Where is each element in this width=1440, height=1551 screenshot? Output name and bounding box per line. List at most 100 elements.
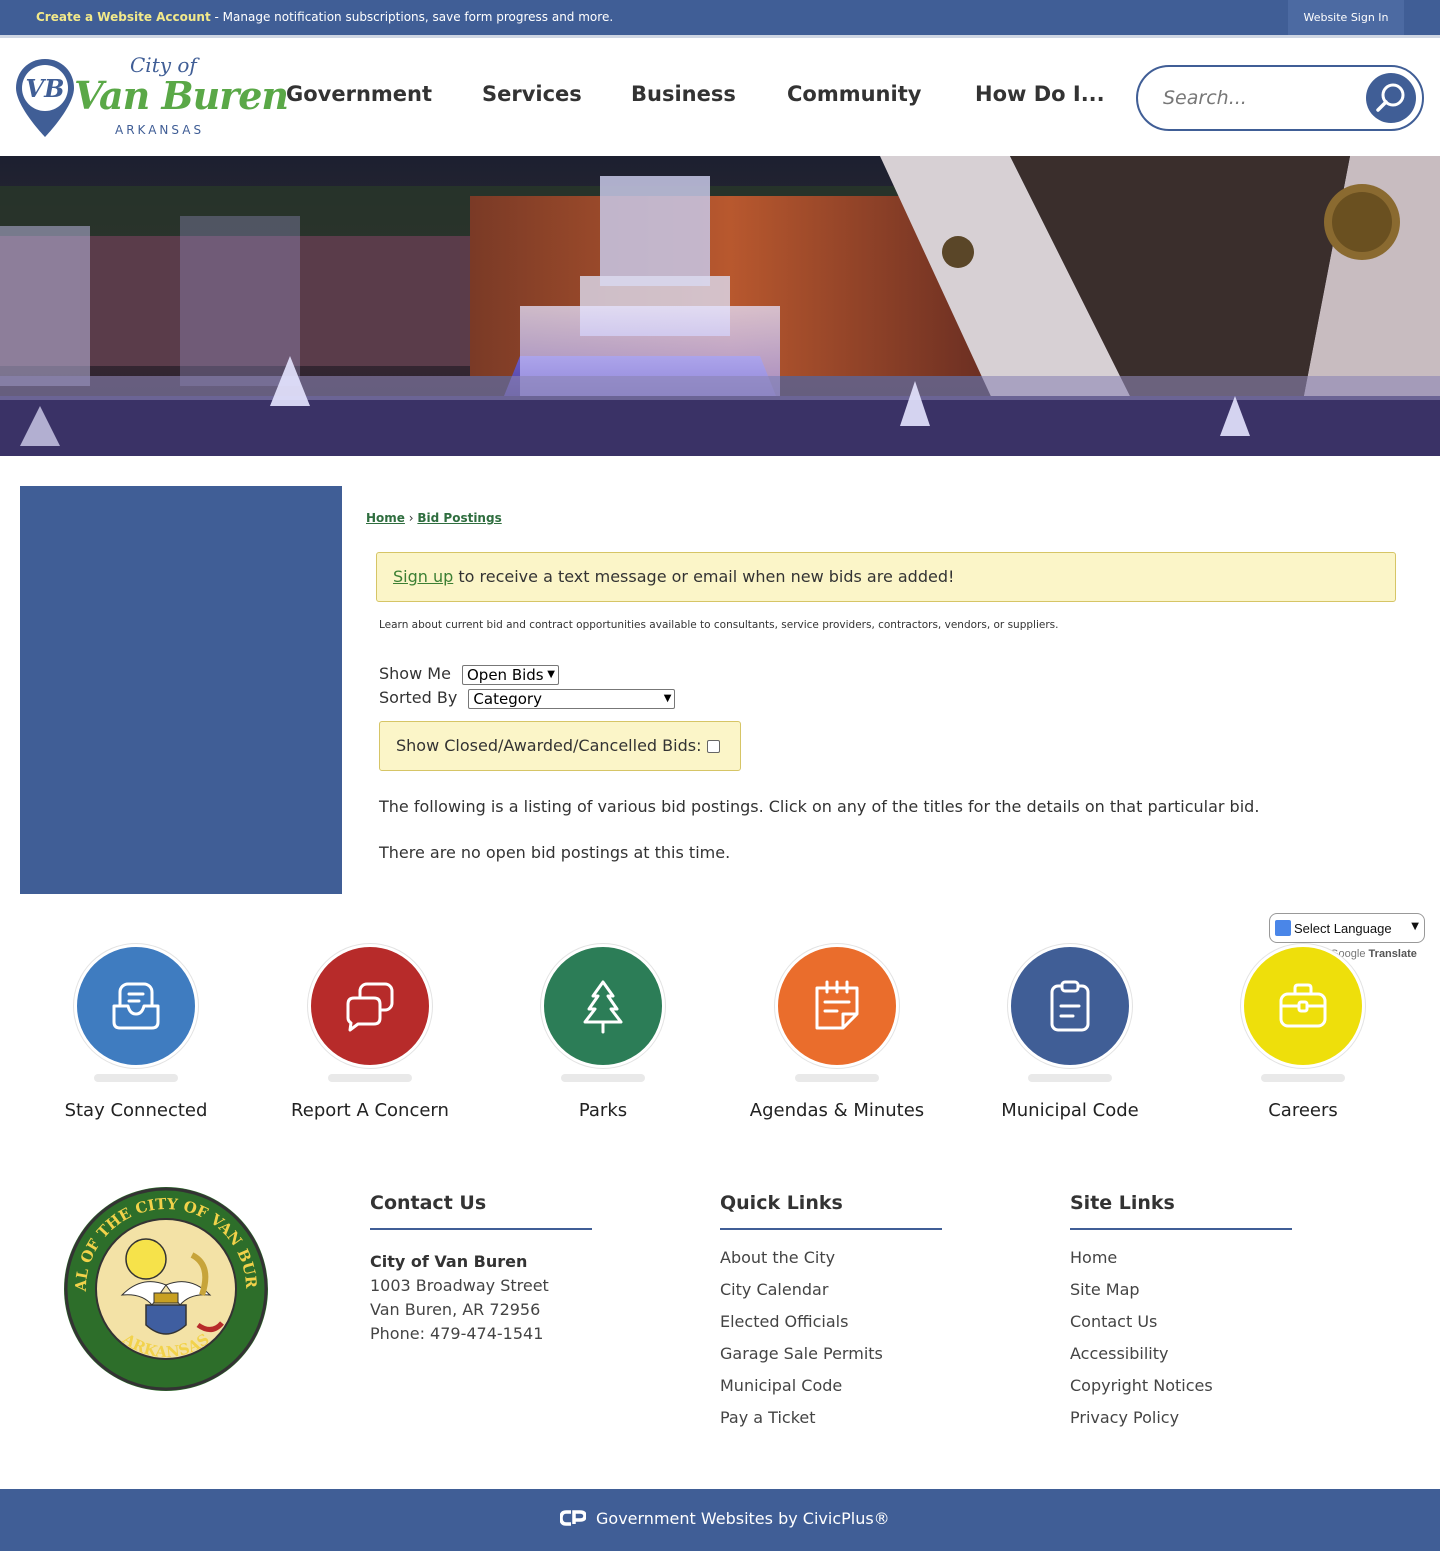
site-links-list: Home Site Map Contact Us Accessibility C…: [1070, 1248, 1292, 1427]
quick-link-careers[interactable]: Careers: [1203, 944, 1403, 1124]
nav-government[interactable]: Government: [286, 82, 432, 106]
logo-monogram: VB: [26, 74, 65, 103]
footer-link-contact-us[interactable]: Contact Us: [1070, 1312, 1292, 1331]
footer-link-privacy-policy[interactable]: Privacy Policy: [1070, 1408, 1292, 1427]
site-header: VB City of Van Buren ARKANSAS Government…: [0, 35, 1440, 156]
quick-link-circle: [308, 944, 432, 1068]
breadcrumb: Home › Bid Postings: [366, 511, 502, 525]
chevron-down-icon: ▼: [547, 668, 555, 680]
quick-link-municipal-code[interactable]: Municipal Code: [970, 944, 1170, 1124]
footer-contact-column: Contact Us City of Van Buren 1003 Broadw…: [370, 1192, 592, 1346]
contact-city: Van Buren, AR 72956: [370, 1300, 541, 1319]
search-box[interactable]: Search...: [1136, 65, 1424, 131]
sign-up-notice-text: to receive a text message or email when …: [453, 567, 955, 586]
create-account-link[interactable]: Create a Website Account: [36, 10, 211, 24]
language-select[interactable]: Select Language ▼: [1269, 913, 1425, 943]
google-translate-icon: [1275, 920, 1291, 936]
civicplus-logo-icon: [560, 1510, 586, 1526]
quick-link-shadow: [328, 1074, 412, 1082]
language-select-label: Select Language: [1294, 921, 1392, 936]
search-input[interactable]: Search...: [1163, 87, 1247, 109]
show-closed-bids-box: Show Closed/Awarded/Cancelled Bids:: [379, 721, 741, 771]
city-logo[interactable]: VB City of Van Buren ARKANSAS: [14, 53, 289, 143]
quick-link-agendas-minutes[interactable]: Agendas & Minutes: [737, 944, 937, 1124]
nav-community[interactable]: Community: [787, 82, 921, 106]
city-seal: SEAL OF THE CITY OF VAN BUREN ARKANSAS: [55, 1171, 270, 1397]
tree-icon: [583, 980, 623, 1034]
quick-link-shadow: [1028, 1074, 1112, 1082]
contact-address: City of Van Buren 1003 Broadway Street V…: [370, 1250, 592, 1346]
create-account-message: Create a Website Account - Manage notifi…: [36, 10, 613, 24]
show-me-label: Show Me: [379, 664, 451, 683]
quick-link-shadow: [795, 1074, 879, 1082]
civicplus-footer: Government Websites by CivicPlus®: [0, 1489, 1440, 1551]
footer-site-links-column: Site Links Home Site Map Contact Us Acce…: [1070, 1192, 1292, 1427]
footer-quick-links-title: Quick Links: [720, 1192, 843, 1214]
sorted-by-filter: Sorted By Category ▼: [379, 688, 676, 709]
quick-link-shadow: [1261, 1074, 1345, 1082]
breadcrumb-home[interactable]: Home: [366, 511, 405, 525]
sorted-by-selected-value: Category: [473, 689, 542, 708]
civicplus-credit-link[interactable]: Government Websites by CivicPlus®: [596, 1509, 890, 1528]
nav-services[interactable]: Services: [482, 82, 582, 106]
chevron-down-icon: ▼: [1411, 921, 1419, 932]
footer-divider: [370, 1228, 592, 1230]
message-inbox-icon: [112, 982, 160, 1030]
footer-divider: [720, 1228, 942, 1230]
bid-description-text: Learn about current bid and contract opp…: [379, 619, 1059, 631]
quick-link-circle: [74, 944, 198, 1068]
footer-link-elected-officials[interactable]: Elected Officials: [720, 1312, 942, 1331]
notepad-icon: [815, 980, 859, 1030]
show-me-selected-value: Open Bids: [467, 665, 544, 684]
footer-link-city-calendar[interactable]: City Calendar: [720, 1280, 942, 1299]
quick-link-shadow: [561, 1074, 645, 1082]
map-pin-logo-icon: VB: [16, 59, 74, 137]
quick-link-stay-connected[interactable]: Stay Connected: [36, 944, 236, 1124]
left-sidebar-panel: [20, 486, 342, 894]
website-sign-in-button[interactable]: Website Sign In: [1288, 0, 1404, 35]
city-seal-emblem: SEAL OF THE CITY OF VAN BUREN ARKANSAS: [55, 1171, 268, 1391]
footer-link-accessibility[interactable]: Accessibility: [1070, 1344, 1292, 1363]
chevron-down-icon: ▼: [663, 692, 672, 704]
quick-link-report-a-concern[interactable]: Report A Concern: [270, 944, 470, 1124]
nav-business[interactable]: Business: [631, 82, 736, 106]
quick-link-label: Parks: [578, 1100, 628, 1121]
footer-divider: [1070, 1228, 1292, 1230]
footer-link-pay-a-ticket[interactable]: Pay a Ticket: [720, 1408, 942, 1427]
contact-phone: Phone: 479-474-1541: [370, 1324, 544, 1343]
nav-how-do-i[interactable]: How Do I...: [975, 82, 1105, 106]
show-me-select[interactable]: Open Bids ▼: [462, 664, 559, 685]
sorted-by-select[interactable]: Category ▼: [468, 688, 676, 709]
create-account-description: - Manage notification subscriptions, sav…: [210, 10, 614, 24]
quick-link-parks[interactable]: Parks: [503, 944, 703, 1124]
breadcrumb-separator: ›: [404, 511, 418, 525]
quick-link-circle: [541, 944, 665, 1068]
no-bids-message: There are no open bid postings at this t…: [379, 843, 731, 862]
footer-link-site-map[interactable]: Site Map: [1070, 1280, 1292, 1299]
footer-link-garage-sale-permits[interactable]: Garage Sale Permits: [720, 1344, 942, 1363]
hero-banner-image: [0, 156, 1440, 456]
footer-link-home[interactable]: Home: [1070, 1248, 1292, 1267]
quick-link-label: Careers: [1268, 1100, 1338, 1121]
clipboard-icon: [1050, 980, 1090, 1032]
quick-links-list: About the City City Calendar Elected Off…: [720, 1248, 942, 1427]
chat-bubbles-icon: [346, 982, 394, 1032]
fountain-memorial-photo: [0, 156, 1440, 456]
quick-link-label: Agendas & Minutes: [749, 1100, 925, 1121]
quick-link-label: Municipal Code: [1001, 1100, 1139, 1121]
footer-link-copyright-notices[interactable]: Copyright Notices: [1070, 1376, 1292, 1395]
search-icon: [1376, 83, 1405, 112]
footer-link-municipal-code[interactable]: Municipal Code: [720, 1376, 942, 1395]
footer-contact-title: Contact Us: [370, 1192, 487, 1214]
top-utility-bar: Create a Website Account - Manage notifi…: [0, 0, 1440, 35]
quick-link-label: Stay Connected: [64, 1100, 208, 1121]
footer-link-about-the-city[interactable]: About the City: [720, 1248, 942, 1267]
show-closed-checkbox[interactable]: [707, 740, 721, 753]
breadcrumb-bid-postings[interactable]: Bid Postings: [417, 511, 501, 525]
show-closed-label: Show Closed/Awarded/Cancelled Bids:: [396, 736, 702, 755]
quick-link-label: Report A Concern: [291, 1100, 449, 1121]
sorted-by-label: Sorted By: [379, 688, 458, 707]
sign-up-link[interactable]: Sign up: [393, 567, 453, 586]
contact-org-name: City of Van Buren: [370, 1252, 528, 1271]
search-button[interactable]: [1366, 73, 1416, 123]
